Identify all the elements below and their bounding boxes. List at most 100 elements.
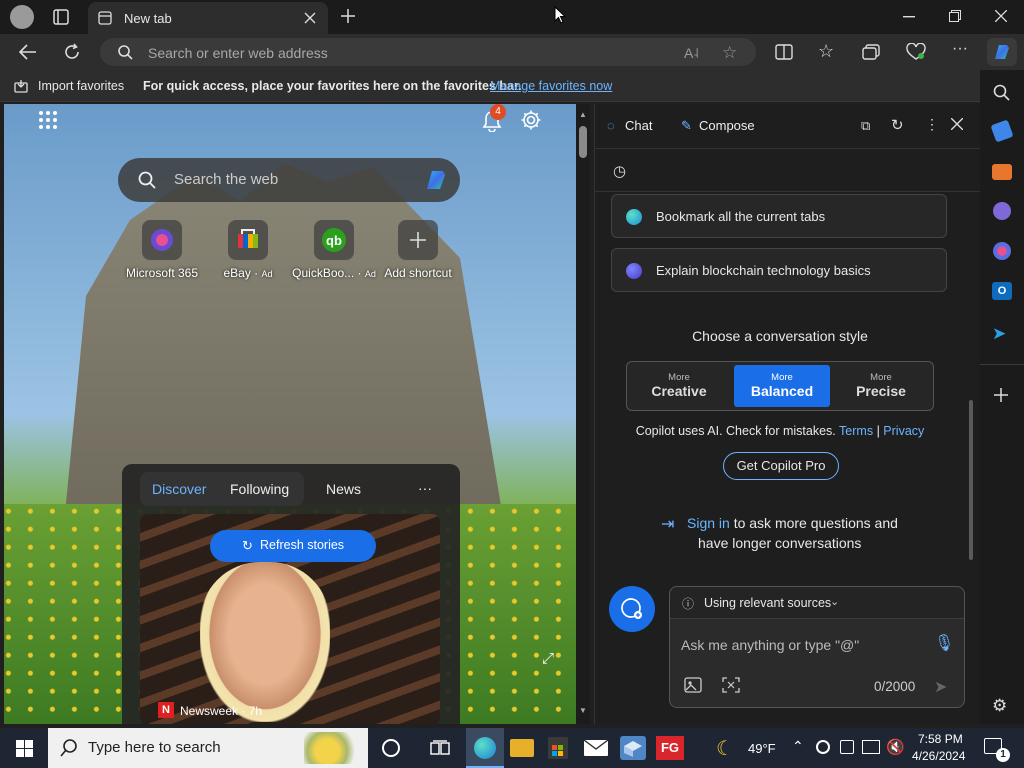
temperature[interactable]: 49°F bbox=[748, 741, 776, 756]
drop-send-icon[interactable]: ➤ bbox=[992, 324, 1006, 344]
chat-input[interactable]: Ask me anything or type "@" bbox=[681, 637, 859, 653]
expand-icon[interactable]: ⤢ bbox=[542, 650, 554, 667]
page-scrollbar[interactable]: ▲ ▼ bbox=[576, 104, 590, 724]
mail-icon[interactable] bbox=[584, 740, 608, 756]
tab-new-tab[interactable]: New tab bbox=[88, 2, 328, 34]
notification-badge: 1 bbox=[996, 748, 1010, 762]
pane-scrollbar[interactable] bbox=[969, 400, 973, 560]
microsoft-365-sidebar-icon[interactable] bbox=[993, 242, 1011, 260]
style-precise-button[interactable]: More Precise bbox=[833, 365, 929, 407]
privacy-link[interactable]: Privacy bbox=[883, 424, 924, 438]
new-topic-button[interactable] bbox=[609, 586, 655, 632]
sign-in-link[interactable]: Sign in bbox=[687, 515, 730, 531]
add-shortcut-tile[interactable]: Add shortcut bbox=[378, 220, 458, 280]
style-creative-button[interactable]: More Creative bbox=[631, 365, 727, 407]
sidebar-settings-gear-icon[interactable]: ⚙ bbox=[992, 696, 1007, 716]
manage-favorites-link[interactable]: Manage favorites now bbox=[490, 79, 612, 93]
close-pane-icon[interactable] bbox=[951, 118, 963, 130]
add-sidebar-app-icon[interactable] bbox=[994, 388, 1008, 402]
clock-date[interactable]: 4/26/2024 bbox=[912, 749, 965, 763]
volume-muted-icon[interactable]: 🔇 bbox=[886, 738, 905, 756]
app-launcher-icon[interactable] bbox=[38, 110, 58, 130]
copilot-search-icon[interactable] bbox=[422, 167, 450, 193]
taskbar-search-box[interactable]: Type here to search bbox=[48, 728, 368, 768]
fg-app-icon[interactable]: FG bbox=[656, 736, 684, 760]
shopping-tag-icon[interactable] bbox=[990, 119, 1014, 143]
split-screen-icon[interactable] bbox=[775, 44, 793, 60]
page-settings-gear-icon[interactable] bbox=[520, 109, 542, 131]
back-icon[interactable] bbox=[19, 44, 37, 60]
microsoft-store-icon[interactable] bbox=[548, 737, 568, 759]
more-menu-icon[interactable]: ··· bbox=[952, 40, 968, 58]
terms-link[interactable]: Terms bbox=[839, 424, 873, 438]
cortana-icon[interactable] bbox=[382, 739, 400, 757]
open-in-new-tab-icon[interactable]: ⧉ bbox=[861, 118, 870, 134]
shortcut-tile[interactable]: eBay · Ad bbox=[208, 220, 288, 280]
tab-page-icon bbox=[98, 11, 112, 25]
sign-in-text: to ask more questions and bbox=[733, 515, 898, 531]
weather-moon-icon[interactable]: ☾ bbox=[716, 736, 734, 761]
tab-actions-icon[interactable] bbox=[53, 9, 69, 25]
address-input[interactable]: Search or enter web address A˨ ☆ bbox=[100, 38, 756, 66]
notifications-bell-icon[interactable]: 4 bbox=[482, 104, 506, 132]
pane-more-icon[interactable]: ⋮ bbox=[925, 116, 939, 133]
tab-chat[interactable]: Chat bbox=[625, 118, 652, 133]
tab-compose[interactable]: Compose bbox=[699, 118, 755, 133]
camera-icon[interactable] bbox=[840, 740, 854, 754]
minimize-icon[interactable] bbox=[903, 16, 915, 18]
style-balanced-button[interactable]: More Balanced bbox=[734, 365, 830, 407]
file-explorer-icon[interactable] bbox=[510, 739, 534, 757]
taskbar-search-icon bbox=[60, 739, 78, 757]
refresh-chat-icon[interactable]: ↻ bbox=[891, 116, 904, 134]
import-favorites-button[interactable]: Import favorites bbox=[38, 79, 124, 93]
get-copilot-pro-button[interactable]: Get Copilot Pro bbox=[723, 452, 839, 480]
app-box-icon[interactable] bbox=[620, 736, 646, 760]
collections-icon[interactable] bbox=[862, 44, 880, 60]
scroll-down-icon[interactable]: ▼ bbox=[579, 706, 587, 715]
style-prefix: More bbox=[771, 372, 793, 383]
games-icon[interactable] bbox=[993, 202, 1011, 220]
add-image-icon[interactable] bbox=[684, 677, 702, 693]
scrollbar-thumb[interactable] bbox=[579, 126, 587, 158]
close-window-icon[interactable] bbox=[995, 10, 1007, 22]
tab-discover[interactable]: Discover bbox=[152, 481, 206, 497]
new-tab-icon[interactable] bbox=[341, 9, 355, 23]
restore-icon[interactable] bbox=[949, 10, 961, 22]
favorite-star-icon[interactable]: ☆ bbox=[722, 43, 737, 63]
search-icon bbox=[118, 45, 133, 60]
copilot-button[interactable] bbox=[987, 38, 1017, 66]
shortcut-tile[interactable]: qb QuickBoo... · Ad bbox=[292, 220, 376, 280]
close-tab-icon[interactable] bbox=[304, 12, 316, 24]
clock-time[interactable]: 7:58 PM bbox=[918, 732, 963, 746]
profile-avatar[interactable] bbox=[10, 5, 34, 29]
chat-bubble-icon bbox=[626, 263, 642, 279]
tab-following[interactable]: Following bbox=[230, 481, 289, 497]
sidebar-search-icon[interactable] bbox=[993, 84, 1010, 101]
sources-toggle[interactable]: ⓘ Using relevant sources ⌄ bbox=[670, 587, 964, 619]
network-icon[interactable] bbox=[862, 740, 880, 754]
favorites-icon[interactable]: ☆ bbox=[818, 41, 834, 62]
history-icon[interactable]: ◷ bbox=[613, 162, 626, 180]
send-icon[interactable]: ➤ bbox=[934, 677, 947, 697]
browser-essentials-icon[interactable] bbox=[906, 43, 926, 61]
tab-news[interactable]: News bbox=[326, 481, 361, 497]
task-view-icon[interactable] bbox=[430, 740, 450, 756]
suggestion-chip[interactable]: Bookmark all the current tabs bbox=[611, 194, 947, 238]
shortcut-tile[interactable]: Microsoft 365 bbox=[122, 220, 202, 280]
refresh-stories-button[interactable]: ↻ Refresh stories bbox=[210, 530, 376, 562]
outlook-icon[interactable]: O bbox=[992, 282, 1012, 300]
refresh-icon[interactable] bbox=[63, 43, 81, 61]
scroll-up-icon[interactable]: ▲ bbox=[579, 110, 587, 119]
microphone-icon[interactable]: 🎙 bbox=[934, 633, 954, 653]
windows-start-icon[interactable] bbox=[16, 740, 33, 757]
taskbar-edge-button[interactable] bbox=[466, 728, 504, 768]
suggestion-chip[interactable]: Explain blockchain technology basics bbox=[611, 248, 947, 292]
screenshot-icon[interactable] bbox=[722, 677, 740, 693]
web-search-box[interactable]: Search the web bbox=[118, 158, 460, 202]
feed-more-icon[interactable]: ··· bbox=[418, 480, 432, 496]
record-icon[interactable] bbox=[816, 740, 830, 754]
tools-briefcase-icon[interactable] bbox=[992, 164, 1012, 180]
read-aloud-icon[interactable]: A˨ bbox=[684, 45, 699, 61]
shortcut-label: Microsoft 365 bbox=[125, 266, 199, 280]
show-hidden-icons-chevron-icon[interactable]: ⌃ bbox=[792, 738, 804, 755]
